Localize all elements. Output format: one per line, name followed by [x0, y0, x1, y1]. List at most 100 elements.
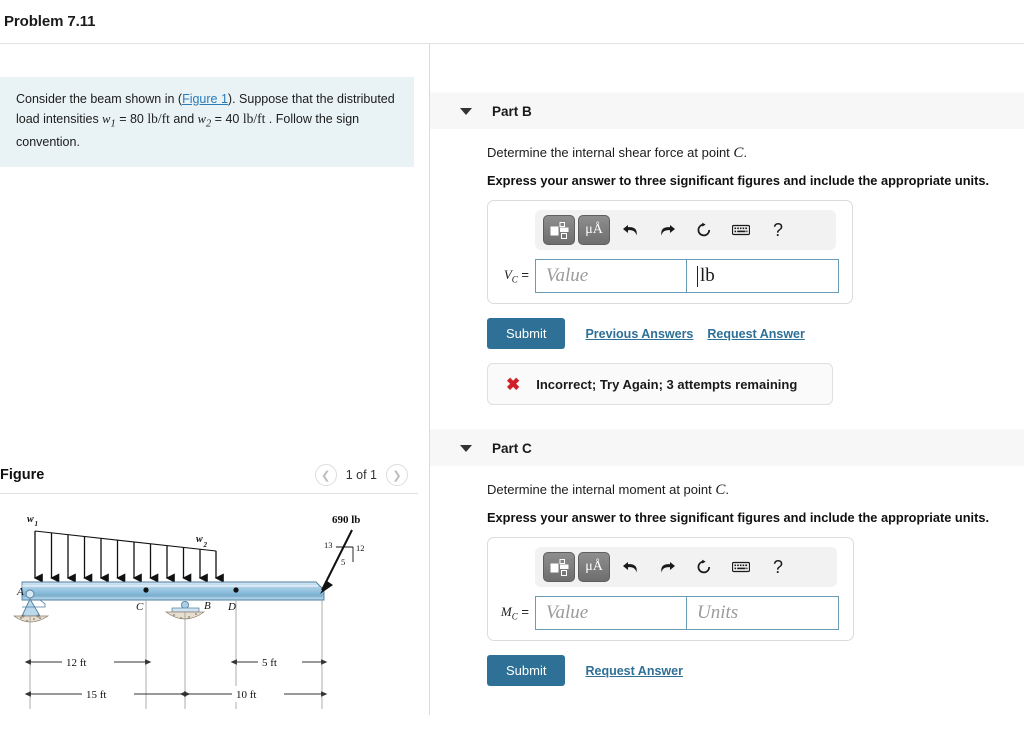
part-c-toolbar: μÅ ?	[535, 547, 837, 587]
distributed-load-arrows	[33, 531, 224, 583]
greek-symbols-icon[interactable]: μÅ	[578, 215, 610, 245]
point-a-label: A	[16, 586, 24, 598]
part-b-submit-button[interactable]: Submit	[487, 318, 566, 349]
chevron-left-icon[interactable]: ❮	[314, 464, 337, 486]
w1-symbol: w	[102, 112, 111, 127]
w2-symbol: w	[197, 112, 206, 127]
force-magnitude-label: 690 lb	[332, 514, 360, 526]
keyboard-icon[interactable]	[724, 552, 758, 582]
point-d-marker	[233, 587, 239, 593]
text-caret	[697, 265, 698, 287]
point-b-label: B	[204, 600, 211, 612]
part-c-prompt-suffix: .	[725, 482, 729, 497]
figure-navigation: ❮ 1 of 1 ❯	[314, 464, 418, 486]
dimension-12ft: 12 ft	[24, 654, 152, 670]
beam-diagram-svg: w 1 w 2 A B C D 690 lb 13 12 5 12 ft 5 f…	[12, 514, 365, 709]
reset-icon[interactable]	[687, 552, 721, 582]
figure-counter: 1 of 1	[345, 468, 377, 482]
w1-diagram-subscript: 1	[35, 520, 39, 528]
applied-force-690lb: 690 lb 13 12 5	[320, 514, 365, 594]
part-c-instruction: Express your answer to three significant…	[487, 510, 990, 525]
part-b-value-input[interactable]: Value	[535, 259, 687, 293]
part-c-field-equals: =	[517, 604, 529, 620]
math-template-icon[interactable]	[543, 215, 575, 245]
caret-down-icon[interactable]	[460, 107, 472, 115]
part-c-request-answer-link[interactable]: Request Answer	[585, 664, 682, 678]
part-b-field-equals: =	[517, 267, 529, 283]
part-c-answer-box: μÅ ? MC = Value Units	[487, 537, 854, 641]
figure-1-link[interactable]: Figure 1	[182, 92, 228, 106]
beam-diagram: w 1 w 2 A B C D 690 lb 13 12 5 12 ft 5 f…	[0, 504, 420, 744]
dimension-15ft: 15 ft	[24, 686, 191, 702]
part-b-request-answer-link[interactable]: Request Answer	[707, 327, 804, 341]
part-c-section: Part C Determine the internal moment at …	[430, 429, 1024, 686]
dimension-10ft: 10 ft	[179, 686, 328, 702]
point-d-label: D	[227, 601, 236, 613]
slope-12-label: 12	[356, 543, 365, 553]
part-b-section: Part B Determine the internal shear forc…	[430, 92, 1024, 405]
part-c-submit-row: Submit Request Answer	[487, 655, 1024, 686]
dimension-5ft: 5 ft	[230, 654, 328, 670]
dimension-5ft-label: 5 ft	[262, 657, 277, 669]
caret-down-icon[interactable]	[460, 444, 472, 452]
right-panel: Part B Determine the internal shear forc…	[430, 44, 1024, 715]
point-c-marker	[143, 587, 149, 593]
keyboard-icon[interactable]	[724, 215, 758, 245]
part-c-title: Part C	[492, 440, 532, 456]
error-x-icon: ✖	[506, 374, 521, 394]
page-header: Problem 7.11	[0, 0, 1024, 44]
part-c-field-label: MC =	[497, 604, 535, 622]
part-b-prompt-prefix: Determine the internal shear force at po…	[487, 145, 734, 160]
load-profile-line	[34, 530, 217, 552]
part-b-field-row: VC = Value lb	[497, 259, 843, 293]
page-title: Problem 7.11	[4, 13, 96, 30]
part-c-value-input[interactable]: Value	[535, 596, 687, 630]
part-c-field-row: MC = Value Units	[497, 596, 844, 630]
part-c-prompt-symbol: C	[715, 482, 726, 498]
slope-13-label: 13	[324, 540, 333, 550]
redo-icon[interactable]	[650, 552, 684, 582]
part-c-header[interactable]: Part C	[430, 429, 1024, 466]
w1-units: lb/ft	[147, 111, 170, 127]
part-b-units-value: lb	[700, 265, 715, 286]
part-c-submit-button[interactable]: Submit	[487, 655, 566, 686]
part-b-field-label: VC =	[497, 267, 535, 285]
part-b-prompt-suffix: .	[743, 145, 748, 160]
dimension-15ft-label: 15 ft	[86, 689, 106, 701]
part-b-previous-answers-link[interactable]: Previous Answers	[585, 327, 693, 341]
undo-icon[interactable]	[613, 215, 647, 245]
figure-divider	[0, 493, 418, 494]
help-icon[interactable]: ?	[761, 215, 795, 245]
figure-header: Figure ❮ 1 of 1 ❯	[0, 464, 418, 486]
statement-text-1: Consider the beam shown in (	[16, 92, 183, 106]
part-c-prompt-prefix: Determine the internal moment at point	[487, 482, 716, 497]
w1-diagram-label: w	[27, 514, 34, 525]
chevron-right-icon[interactable]: ❯	[386, 464, 408, 486]
part-c-prompt: Determine the internal moment at point C…	[487, 482, 1024, 499]
point-c-label: C	[136, 601, 144, 613]
part-b-title: Part B	[492, 103, 532, 119]
part-b-units-input[interactable]: lb	[687, 259, 839, 293]
help-icon[interactable]: ?	[761, 552, 795, 582]
dimension-12ft-label: 12 ft	[66, 657, 86, 669]
part-b-feedback: ✖ Incorrect; Try Again; 3 attempts remai…	[487, 363, 833, 405]
redo-icon[interactable]	[650, 215, 684, 245]
part-b-header[interactable]: Part B	[430, 92, 1024, 129]
dimension-10ft-label: 10 ft	[236, 689, 256, 701]
part-c-field-symbol: M	[500, 604, 512, 620]
and-text: and	[169, 112, 198, 127]
reset-icon[interactable]	[687, 215, 721, 245]
part-b-prompt-symbol: C	[733, 145, 744, 161]
greek-symbols-label: μÅ	[585, 222, 603, 237]
main-layout: Consider the beam shown in (Figure 1). S…	[0, 44, 1024, 715]
part-c-units-input[interactable]: Units	[687, 596, 839, 630]
undo-icon[interactable]	[613, 552, 647, 582]
greek-symbols-icon[interactable]: μÅ	[578, 552, 610, 582]
part-b-body: Determine the internal shear force at po…	[430, 145, 1024, 405]
w2-diagram-label: w	[196, 534, 203, 545]
part-b-prompt: Determine the internal shear force at po…	[487, 145, 1024, 162]
w2-equals: = 40	[211, 112, 243, 127]
slope-5-label: 5	[341, 557, 345, 567]
part-b-feedback-text: Incorrect; Try Again; 3 attempts remaini…	[536, 376, 798, 392]
math-template-icon[interactable]	[543, 552, 575, 582]
